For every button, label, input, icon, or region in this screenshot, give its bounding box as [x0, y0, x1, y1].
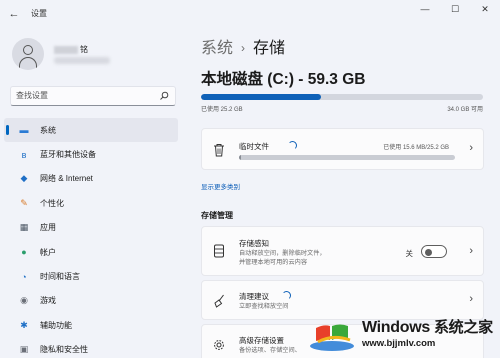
cleanup-title: 清理建议	[239, 292, 269, 301]
title-bar: ← 设置 — ☐ ✕	[0, 0, 500, 28]
chevron-right-icon: ›	[469, 293, 473, 305]
chevron-right-icon: ›	[241, 41, 246, 55]
close-button[interactable]: ✕	[470, 0, 500, 18]
storage-management-heading: 存储管理	[201, 211, 233, 220]
chevron-right-icon: ›	[469, 142, 473, 154]
sidebar-item-5[interactable]: ● 帐户	[4, 240, 178, 264]
temp-files-bar	[239, 155, 455, 160]
account-icon: ●	[21, 247, 27, 258]
brush-icon: ✎	[20, 197, 28, 208]
sidebar-item-1[interactable]: ʙ 蓝牙和其他设备	[4, 142, 178, 166]
drive-title: 本地磁盘 (C:) - 59.3 GB	[201, 71, 366, 88]
sidebar-item-9[interactable]: ▣ 隐私和安全性	[4, 338, 178, 358]
breadcrumb: 系统 › 存储	[201, 34, 285, 58]
drive-usage-bar	[201, 94, 483, 100]
person-icon	[23, 45, 33, 55]
sidebar-item-0[interactable]: ▬ 系统	[4, 118, 178, 143]
sidebar-item-label: 辅助功能	[40, 320, 72, 330]
toggle-state-label: 关	[405, 249, 414, 258]
monitor-icon: ▬	[19, 125, 29, 136]
sidebar-item-label: 网络 & Internet	[40, 174, 93, 184]
shield-icon: ▣	[19, 344, 29, 355]
storage-sense-title: 存储感知	[239, 239, 269, 248]
page-title: 存储	[253, 40, 286, 57]
watermark: Windows 系统之家 www.bjjmlv.com	[302, 312, 498, 356]
drive-icon	[214, 244, 224, 258]
user-name: 铭	[54, 44, 88, 55]
redacted-email	[54, 57, 110, 64]
drive-free-label: 34.0 GB 可用	[447, 107, 483, 113]
temp-files-card[interactable]: 临时文件 已使用 15.6 MB/25.2 GB ›	[201, 128, 484, 170]
sidebar-item-label: 游戏	[40, 296, 56, 306]
wifi-icon: ◆	[20, 173, 28, 184]
loading-spinner-icon	[288, 141, 297, 150]
sidebar-item-label: 应用	[40, 223, 56, 233]
trash-icon	[214, 144, 224, 157]
chevron-right-icon: ›	[469, 245, 473, 257]
apps-icon: ▦	[19, 222, 29, 233]
temp-files-usage: 已使用 15.6 MB/25.2 GB	[383, 145, 449, 151]
watermark-url: www.bjjmlv.com	[362, 338, 436, 349]
advanced-storage-title: 高级存储设置	[239, 336, 284, 345]
show-more-categories-link[interactable]: 显示更多类别	[201, 181, 240, 191]
app-title: 设置	[31, 9, 47, 18]
cleanup-desc: 立即查找释放空间	[239, 303, 289, 310]
search-input[interactable]	[16, 91, 156, 100]
redacted-name	[54, 45, 78, 54]
clock-globe-icon: ◔	[21, 271, 27, 282]
gamepad-icon: ◉	[20, 295, 28, 306]
search-box[interactable]	[10, 86, 176, 106]
drive-usage-fill	[201, 94, 321, 100]
sidebar-item-4[interactable]: ▦ 应用	[4, 216, 178, 240]
maximize-button[interactable]: ☐	[440, 0, 470, 18]
temp-files-fill	[239, 155, 242, 160]
gear-icon	[214, 340, 224, 350]
sidebar-item-2[interactable]: ◆ 网络 & Internet	[4, 167, 178, 191]
sidebar-item-3[interactable]: ✎ 个性化	[4, 191, 178, 215]
sidebar-item-label: 时间和语言	[40, 272, 80, 282]
windows-logo-icon	[310, 324, 354, 351]
avatar[interactable]	[12, 38, 44, 70]
back-arrow-icon[interactable]: ←	[6, 6, 22, 22]
storage-sense-desc: 自动释放空间，删除临时文件， 并管理本地可用的云内容	[239, 250, 326, 266]
temp-files-title: 临时文件	[239, 142, 269, 151]
search-icon[interactable]	[159, 91, 169, 101]
watermark-title: Windows 系统之家	[362, 319, 493, 336]
drive-used-label: 已使用 25.2 GB	[201, 107, 243, 113]
sidebar-item-label: 隐私和安全性	[40, 345, 88, 355]
breadcrumb-parent[interactable]: 系统	[201, 40, 233, 57]
storage-sense-toggle[interactable]	[421, 245, 447, 258]
sidebar-item-8[interactable]: ✱ 辅助功能	[4, 313, 178, 337]
sidebar-item-label: 个性化	[40, 198, 64, 208]
minimize-button[interactable]: —	[410, 0, 440, 18]
accessibility-icon: ✱	[20, 319, 28, 330]
sidebar-item-label: 帐户	[40, 247, 56, 257]
sidebar-item-label: 蓝牙和其他设备	[40, 150, 96, 160]
loading-spinner-icon	[282, 291, 291, 300]
sidebar-item-7[interactable]: ◉ 游戏	[4, 289, 178, 313]
sidebar-nav: ▬ 系统 ʙ 蓝牙和其他设备 ◆ 网络 & Internet ✎ 个性化 ▦ 应用 ● 帐户 ◔ 时间和语…	[4, 118, 178, 358]
sidebar-item-label: 系统	[40, 125, 56, 135]
bluetooth-icon: ʙ	[21, 149, 27, 160]
broom-icon	[214, 294, 224, 308]
storage-sense-card[interactable]: 存储感知 自动释放空间，删除临时文件， 并管理本地可用的云内容 关 ›	[201, 226, 484, 276]
sidebar-item-6[interactable]: ◔ 时间和语言	[4, 264, 178, 288]
